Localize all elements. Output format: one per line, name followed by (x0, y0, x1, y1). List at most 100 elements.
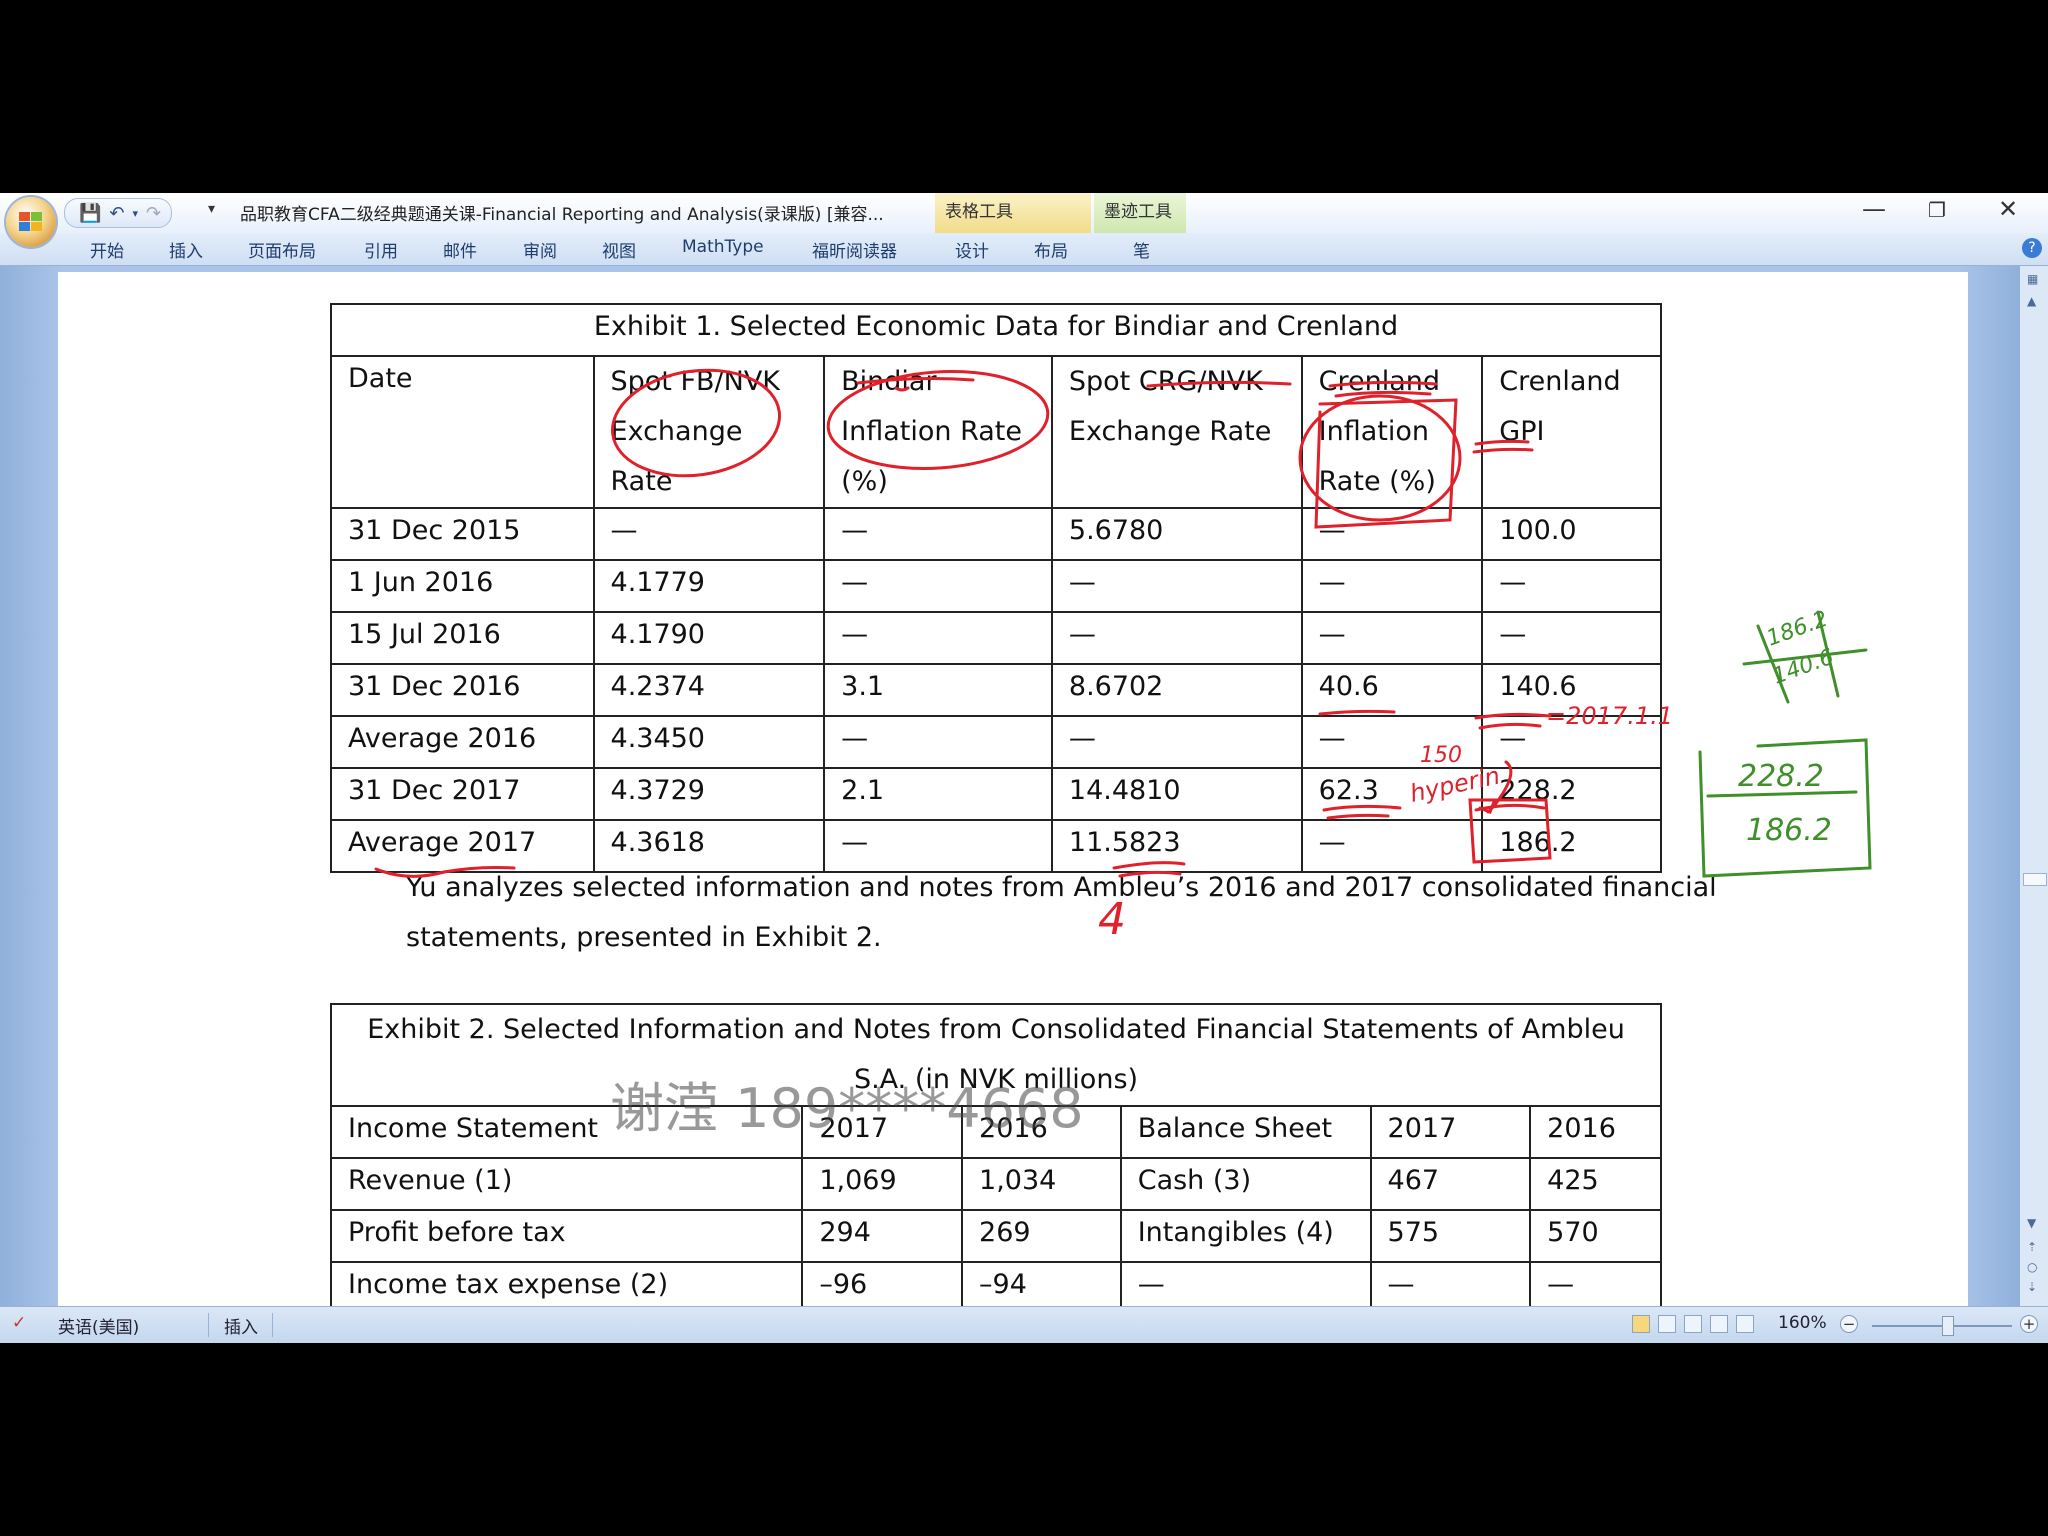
proofing-icon[interactable]: ✓ (12, 1313, 26, 1333)
exhibit2-cell: 575 (1369, 1209, 1532, 1263)
tab-pen[interactable]: 笔 (1133, 237, 1150, 262)
vertical-scrollbar[interactable]: ▦ ▲ ▼ ⇡ ○ ⇣ (2020, 266, 2048, 1306)
undo-icon[interactable]: ↶ (109, 203, 124, 224)
exhibit1-caption: Exhibit 1. Selected Economic Data for Bi… (330, 303, 1662, 357)
draft-view-button[interactable] (1736, 1315, 1754, 1333)
exhibit1-cell: Average 2016 (330, 715, 595, 769)
document-title: 品职教育CFA二级经典题通关课-Financial Reporting and … (240, 205, 884, 225)
print-layout-view-button[interactable] (1632, 1315, 1650, 1333)
exhibit1-cell: 31 Dec 2015 (330, 507, 595, 561)
exhibit1-cell: — (1300, 819, 1484, 873)
minimize-button[interactable]: — (1862, 195, 1886, 223)
exhibit1-cell: — (1050, 715, 1303, 769)
exhibit1-cell: 100.0 (1481, 507, 1662, 561)
header-bs-2017: 2017 (1369, 1105, 1532, 1159)
exhibit1-row: Average 2017 4.3618—11.5823—186.2 (330, 819, 1662, 873)
full-screen-reading-button[interactable] (1658, 1315, 1676, 1333)
exhibit1-cell: — (823, 715, 1053, 769)
exhibit1-row: 31 Dec 2016 4.2374 3.1 8.6702 40.6 140.6 (330, 663, 1662, 717)
tab-mathtype[interactable]: MathType (682, 237, 764, 257)
redo-icon[interactable]: ↷ (146, 203, 161, 224)
exhibit1-cell: Average 2017 (330, 819, 595, 873)
exhibit2-row: Income tax expense (2) –96 –94— — — (329, 1261, 1662, 1306)
exhibit1-cell: — (823, 819, 1053, 873)
header-crenland-inflation: Crenland Inflation Rate (%) (1300, 355, 1484, 509)
exhibit1-cell: 31 Dec 2017 (330, 767, 595, 821)
exhibit1-cell: 4.1790 (592, 611, 826, 665)
fraction-top: 228.2 (1738, 759, 1824, 794)
exhibit2-cell: Revenue (1) (329, 1157, 804, 1211)
tab-home[interactable]: 开始 (90, 237, 124, 262)
customize-qat-icon[interactable]: ▾ (208, 201, 215, 217)
exhibit2-cell: — (1529, 1261, 1662, 1306)
exhibit1-row: Average 2016 4.3450— — — — (330, 715, 1662, 769)
exhibit2-cell: 269 (961, 1209, 1122, 1263)
previous-page-icon[interactable]: ⇡ (2027, 1240, 2037, 1254)
word-window: 💾 ↶ ▾ ↷ ▾ 品职教育CFA二级经典题通关课-Financial Repo… (0, 193, 2048, 1343)
ruler-toggle-icon[interactable]: ▦ (2027, 272, 2038, 286)
exhibit2-cell: –96 (801, 1261, 964, 1306)
exhibit1-cell: 4.3729 (592, 767, 826, 821)
scribble-bottom: 140.6 (1770, 645, 1838, 690)
exhibit1-cell: — (1481, 715, 1662, 769)
scribble-top: 186.2 (1764, 607, 1832, 652)
scroll-down-icon[interactable]: ▼ (2027, 1216, 2036, 1230)
office-button[interactable] (6, 197, 56, 247)
restore-button[interactable]: ❐ (1928, 198, 1946, 222)
exhibit1-cell: — (823, 611, 1053, 665)
exhibit1-cell: 1 Jun 2016 (330, 559, 595, 613)
exhibit2-cell: 425 (1529, 1157, 1662, 1211)
help-icon[interactable]: ? (2022, 238, 2042, 258)
browse-object-icon[interactable]: ○ (2027, 1260, 2037, 1274)
exhibit1-cell: 8.6702 (1050, 663, 1303, 717)
header-bindiar-inflation: Bindiar Inflation Rate (%) (823, 355, 1053, 509)
language-indicator[interactable]: 英语(美国) (58, 1313, 139, 1338)
exhibit1-cell: 14.4810 (1050, 767, 1303, 821)
scroll-thumb[interactable] (2023, 873, 2047, 886)
tab-design[interactable]: 设计 (955, 237, 989, 262)
zoom-out-button[interactable]: − (1840, 1315, 1858, 1333)
exhibit1-cell: — (1050, 611, 1303, 665)
undo-dropdown-icon[interactable]: ▾ (133, 207, 139, 220)
table-tools-group: 表格工具 (935, 193, 1091, 233)
zoom-slider-thumb[interactable] (1942, 1316, 1954, 1336)
exhibit2-cell: — (1369, 1261, 1532, 1306)
web-layout-button[interactable] (1684, 1315, 1702, 1333)
exhibit2-row: Revenue (1) 1,069 1,034 Cash (3) 467 425 (329, 1157, 1662, 1211)
exhibit1-cell: 62.3 (1300, 767, 1484, 821)
scribble-strokes (1742, 610, 1868, 704)
exhibit2-cell: 1,034 (961, 1157, 1122, 1211)
tab-layout[interactable]: 布局 (1034, 237, 1068, 262)
zoom-level[interactable]: 160% (1778, 1313, 1827, 1333)
exhibit1-cell: — (1300, 611, 1484, 665)
exhibit1-table: Exhibit 1. Selected Economic Data for Bi… (330, 303, 1662, 873)
exhibit2-cell: 467 (1369, 1157, 1532, 1211)
zoom-in-button[interactable]: + (2020, 1315, 2038, 1333)
paragraph-line-1: Yu analyzes selected information and not… (406, 872, 1717, 903)
exhibit2-cell: Profit before tax (329, 1209, 804, 1263)
exhibit1-cell: 4.3618 (592, 819, 826, 873)
exhibit1-cell: — (823, 559, 1053, 613)
tab-page-layout[interactable]: 页面布局 (248, 237, 316, 262)
header-spot-crg-nvk: Spot CRG/NVK Exchange Rate (1050, 355, 1303, 509)
close-button[interactable]: ✕ (1998, 195, 2018, 223)
tab-view[interactable]: 视图 (602, 237, 636, 262)
exhibit1-cell: — (1481, 559, 1662, 613)
next-page-icon[interactable]: ⇣ (2027, 1280, 2037, 1294)
exhibit1-cell: 4.1779 (592, 559, 826, 613)
insert-mode-indicator[interactable]: 插入 (224, 1313, 258, 1338)
outline-view-button[interactable] (1710, 1315, 1728, 1333)
tab-foxit-reader[interactable]: 福昕阅读器 (812, 237, 897, 262)
tab-mailings[interactable]: 邮件 (443, 237, 477, 262)
exhibit1-cell: 40.6 (1300, 663, 1484, 717)
tab-review[interactable]: 审阅 (523, 237, 557, 262)
tab-insert[interactable]: 插入 (169, 237, 203, 262)
tab-references[interactable]: 引用 (364, 237, 398, 262)
save-icon[interactable]: 💾 (79, 203, 101, 224)
office-logo-icon (19, 212, 42, 231)
status-separator (208, 1313, 209, 1337)
exhibit1-cell: 186.2 (1481, 819, 1662, 873)
header-crenland-gpi: Crenland GPI (1481, 355, 1662, 509)
exhibit1-cell: 2.1 (823, 767, 1053, 821)
scroll-up-icon[interactable]: ▲ (2027, 294, 2036, 308)
